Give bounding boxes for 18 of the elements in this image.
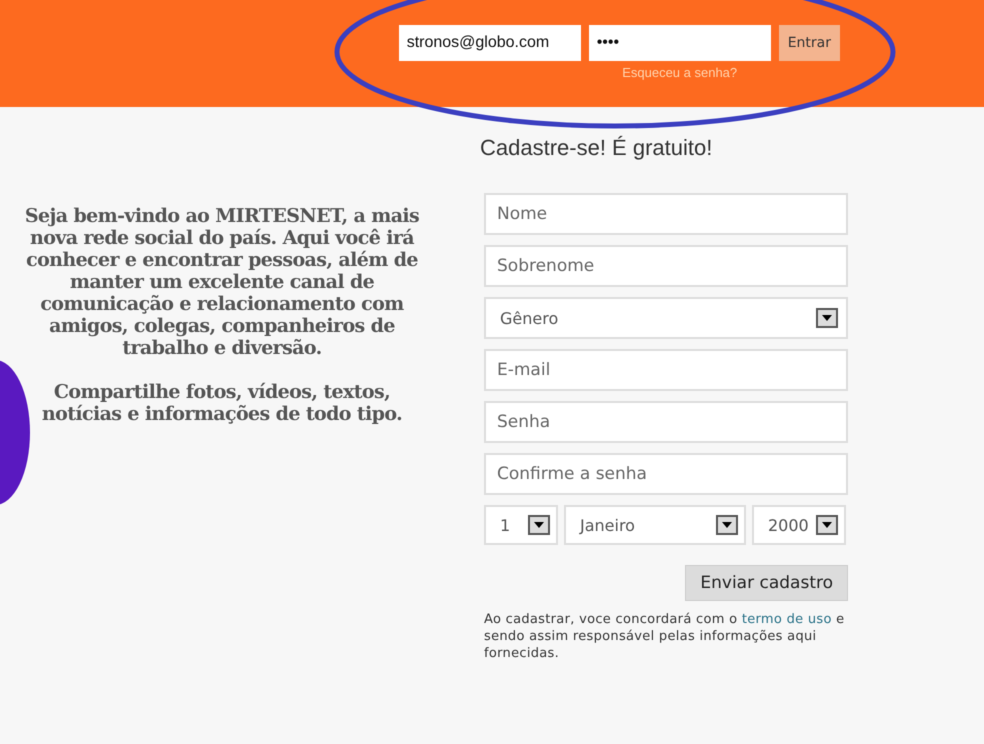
welcome-text: Compartilhe fotos, vídeos, textos, notícias e informações de todo tipo.	[40, 381, 404, 425]
input-field[interactable]: Nome	[484, 193, 848, 235]
signup-title: Cadastre-se! É gratuito!	[480, 135, 714, 161]
input-field[interactable]: Sobrenome	[484, 245, 848, 287]
terms-link[interactable]: termo de uso	[742, 612, 832, 627]
birth-date-select[interactable]: 1	[484, 505, 558, 545]
birth-date-select[interactable]: 2000	[752, 505, 846, 545]
birth-date-select[interactable]: Janeiro	[564, 505, 746, 545]
input-field[interactable]: Confirme a senha	[484, 453, 848, 495]
password-field[interactable]: ••••	[588, 25, 771, 61]
input-field[interactable]: E-mail	[484, 349, 848, 391]
email-field[interactable]: stronos@globo.com	[398, 25, 581, 61]
welcome-text: Seja bem-vindo ao MIRTESNET, a mais nova rede social do país. Aqui você irá conhecer e encontrar pessoas, além de manter um excelente canal de comunicação e relacionamento com amigos, colegas, companheiros de trabalho e diversão.	[24, 205, 420, 359]
login-button[interactable]: Entrar	[778, 25, 840, 61]
terms-text: Ao cadastrar, voce concordará com o termo de uso e sendo assim responsável pelas informações aqui fornecidas.	[484, 611, 846, 662]
gender-select[interactable]: Gênero	[484, 297, 848, 339]
submit-button[interactable]: Enviar cadastro	[685, 565, 848, 601]
input-field[interactable]: Senha	[484, 401, 848, 443]
